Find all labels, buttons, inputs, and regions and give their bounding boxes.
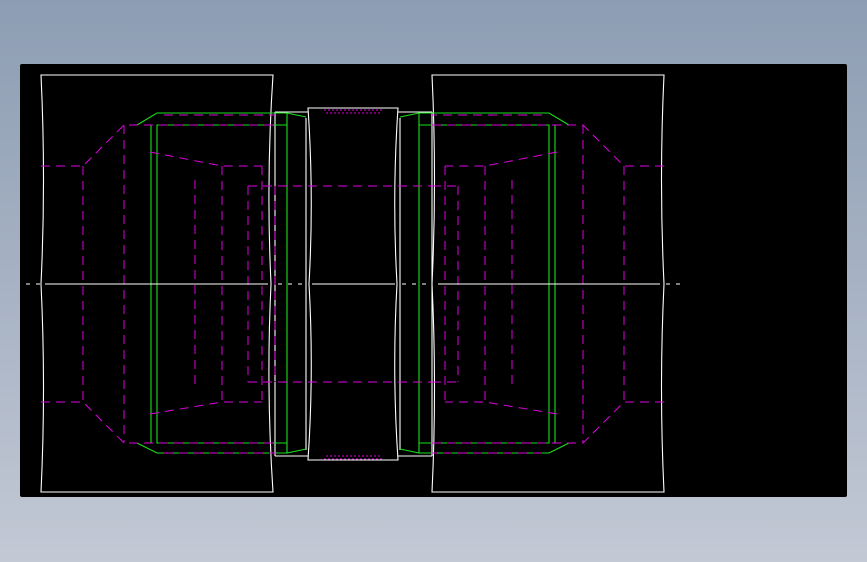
tangent-edges	[136, 112, 570, 454]
thread-marks-top	[324, 109, 382, 114]
right-body-outline	[431, 74, 665, 493]
left-outer-bottom	[136, 442, 307, 454]
left-outer-top	[136, 112, 307, 126]
thread-marks-bottom	[324, 455, 382, 460]
right-outer-bottom	[399, 442, 570, 454]
right-outer-top	[399, 112, 570, 126]
left-body	[40, 74, 276, 493]
right-body	[431, 74, 665, 493]
technical-drawing	[26, 74, 680, 493]
